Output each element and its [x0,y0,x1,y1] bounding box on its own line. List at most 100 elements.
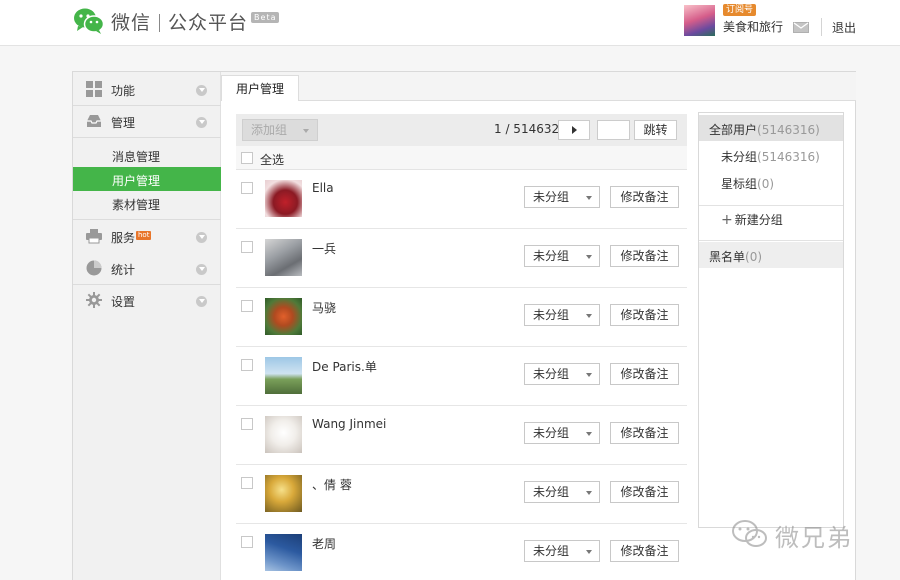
sidebar-item-features[interactable]: 功能 [73,74,221,104]
account-block[interactable]: 订阅号 美食和旅行 [684,4,783,36]
new-group-button[interactable]: + 新建分组 [699,205,843,231]
user-name[interactable]: De Paris.单 [312,358,377,375]
row-checkbox[interactable] [241,536,253,548]
user-avatar[interactable] [265,534,302,571]
jump-button[interactable]: 跳转 [634,120,677,140]
product-sub-name: 公众平台 [168,11,249,34]
group-select[interactable]: 未分组 [524,363,600,385]
group-select[interactable]: 未分组 [524,186,600,208]
wechat-logo-icon [73,7,105,35]
user-name[interactable]: Ella [312,181,334,195]
group-select[interactable]: 未分组 [524,422,600,444]
sidebar-item-users[interactable]: 用户管理 [73,167,221,191]
logo[interactable]: 微信 公众平台 Beta [73,6,280,36]
sidebar-item-label: 功能 [111,84,136,98]
logout-link[interactable]: 退出 [832,19,856,36]
user-avatar[interactable] [265,239,302,276]
user-avatar[interactable] [265,357,302,394]
sidebar-item-label: 统计 [111,263,136,277]
group-ungrouped[interactable]: 未分组(5146316) [699,142,843,168]
user-name[interactable]: Wang Jinmei [312,417,386,431]
group-select[interactable]: 未分组 [524,481,600,503]
user-row: 老周 未分组 修改备注 [236,524,687,580]
row-checkbox[interactable] [241,359,253,371]
chevron-down-icon [196,264,207,275]
group-name: 星标组 [721,177,758,191]
sidebar-item-label: 设置 [111,295,136,309]
watermark: 微兄弟 [731,518,853,553]
user-name[interactable]: 马骁 [312,299,336,316]
group-select[interactable]: 未分组 [524,540,600,562]
group-label: 黑名单(0) [709,248,762,265]
add-to-group-dropdown[interactable]: 添加组 [242,119,318,141]
header-divider [821,18,822,36]
user-name[interactable]: 、倩 蓉 [312,476,352,493]
group-blacklist[interactable]: 黑名单(0) [699,242,843,268]
new-group-text: 新建分组 [734,213,783,227]
edit-remark-button[interactable]: 修改备注 [610,186,679,208]
next-page-button[interactable] [558,120,590,140]
user-avatar[interactable] [265,475,302,512]
user-row: 马骁 未分组 修改备注 [236,288,687,347]
edit-remark-button[interactable]: 修改备注 [610,245,679,267]
sidebar-subitem-label: 素材管理 [112,198,161,212]
sidebar-item-service[interactable]: 服务 hot [73,221,221,251]
account-info: 订阅号 美食和旅行 [723,1,783,35]
user-avatar[interactable] [265,298,302,335]
group-name: 全部用户 [709,123,758,137]
sidebar-item-stats[interactable]: 统计 [73,253,221,283]
user-row: Wang Jinmei 未分组 修改备注 [236,406,687,465]
beta-badge: Beta [251,11,280,23]
user-name[interactable]: 老周 [312,535,336,552]
sidebar-divider [73,219,221,220]
group-select[interactable]: 未分组 [524,245,600,267]
product-name: 微信 [111,11,152,34]
chevron-down-icon [196,232,207,243]
user-name[interactable]: 一兵 [312,240,336,257]
edit-remark-button[interactable]: 修改备注 [610,363,679,385]
group-panel: 全部用户(5146316) 未分组(5146316) 星标组(0) + 新建分组 … [698,112,844,528]
grid-icon [86,81,102,97]
sidebar-item-materials[interactable]: 素材管理 [73,191,221,215]
tab-user-management[interactable]: 用户管理 [221,75,299,101]
mail-icon[interactable] [793,22,809,36]
tab-bar: 用户管理 [221,72,856,101]
select-all-bar: 全选 [236,146,687,170]
row-checkbox[interactable] [241,477,253,489]
chevron-down-icon [196,296,207,307]
group-select[interactable]: 未分组 [524,304,600,326]
user-avatar[interactable] [265,180,302,217]
account-name[interactable]: 美食和旅行 [723,18,783,35]
sidebar-item-manage[interactable]: 管理 [73,106,221,136]
printer-icon [86,228,102,244]
sidebar-subitem-label: 用户管理 [112,174,161,188]
edit-remark-button[interactable]: 修改备注 [610,540,679,562]
chevron-down-icon [196,85,207,96]
group-divider [699,240,843,241]
chevron-down-icon [196,117,207,128]
select-all-checkbox[interactable] [241,152,253,164]
group-starred[interactable]: 星标组(0) [699,169,843,195]
row-checkbox[interactable] [241,241,253,253]
row-checkbox[interactable] [241,182,253,194]
sidebar-item-label: 管理 [111,116,136,130]
sidebar: 功能 管理 消息管理 用户管理 素材管理 服务 hot 统计 设置 [73,72,221,580]
account-avatar[interactable] [684,4,715,36]
edit-remark-button[interactable]: 修改备注 [610,481,679,503]
edit-remark-button[interactable]: 修改备注 [610,304,679,326]
select-all-label[interactable]: 全选 [260,151,284,168]
user-row: Ella 未分组 修改备注 [236,170,687,229]
page-number-input[interactable] [597,120,630,140]
row-checkbox[interactable] [241,300,253,312]
group-label: 全部用户(5146316) [709,121,820,138]
group-count: (5146316) [757,150,820,164]
plus-icon: + [721,212,733,228]
group-all-users[interactable]: 全部用户(5146316) [699,115,843,141]
sidebar-item-messages[interactable]: 消息管理 [73,143,221,167]
group-label: 未分组(5146316) [721,148,820,165]
sidebar-item-settings[interactable]: 设置 [73,285,221,315]
edit-remark-button[interactable]: 修改备注 [610,422,679,444]
row-checkbox[interactable] [241,418,253,430]
user-avatar[interactable] [265,416,302,453]
sidebar-divider [73,137,221,138]
